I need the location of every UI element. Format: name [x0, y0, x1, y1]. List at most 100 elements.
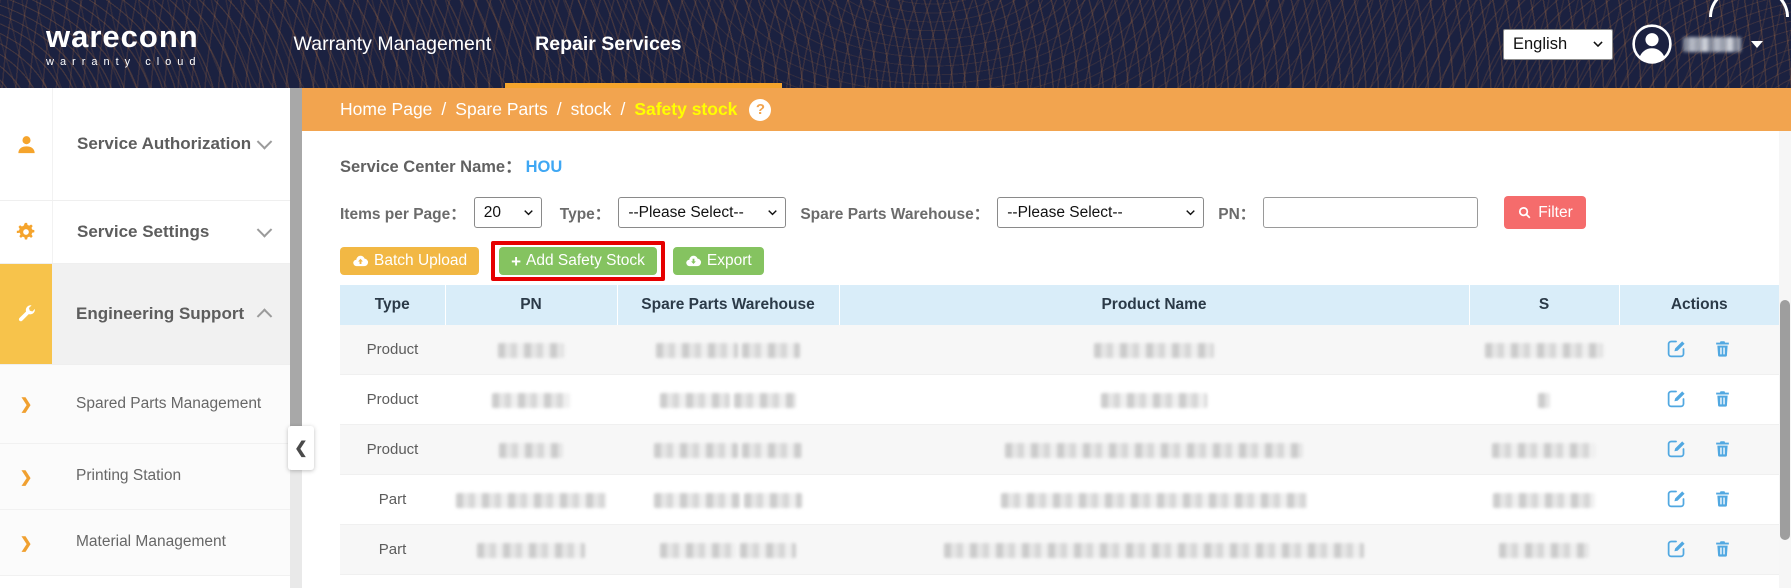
redacted-text — [1001, 493, 1307, 508]
breadcrumb-home-page[interactable]: Home Page — [340, 99, 432, 120]
edit-icon — [1666, 338, 1687, 359]
chevron-right-icon: ❯ — [0, 534, 52, 552]
table-row: Part — [340, 475, 1779, 525]
col-type: Type — [340, 285, 445, 325]
delete-button[interactable] — [1713, 489, 1732, 511]
search-icon — [1517, 205, 1532, 220]
edit-icon — [1666, 438, 1687, 459]
edit-button[interactable] — [1666, 538, 1687, 562]
delete-button[interactable] — [1713, 539, 1732, 561]
edit-icon — [1666, 388, 1687, 409]
redacted-text — [498, 343, 564, 358]
chevron-left-icon: ❮ — [294, 438, 307, 458]
logo-tagline: warranty cloud — [46, 57, 202, 68]
sidebar-subitem-label: Material Management — [52, 530, 290, 555]
redacted-text — [654, 493, 740, 508]
trash-icon — [1713, 539, 1732, 558]
redacted-text — [1499, 543, 1589, 558]
sidebar-item-engineering-support[interactable]: Engineering Support — [0, 264, 290, 365]
sidebar-subitem-label: Spared Parts Management — [52, 392, 290, 417]
service-center-value: HOU — [526, 158, 563, 176]
page-scrollbar[interactable] — [1779, 131, 1791, 588]
batch-upload-label: Batch Upload — [374, 252, 467, 270]
cell-pn: LA7346/96-26L-G — [445, 575, 617, 588]
type-select[interactable]: --Please Select-- — [618, 197, 786, 228]
redacted-text — [477, 543, 585, 558]
redacted-text — [1493, 493, 1595, 508]
sidebar-subitem-printing-station[interactable]: ❯ Printing Station — [0, 444, 290, 510]
user-menu[interactable] — [1631, 23, 1763, 65]
page-scrollbar-thumb[interactable] — [1780, 300, 1790, 540]
logo[interactable]: wareconn warranty cloud — [46, 21, 202, 68]
batch-upload-button[interactable]: Batch Upload — [340, 247, 479, 275]
annotation-highlight-box: + Add Safety Stock — [491, 241, 665, 281]
plus-icon: + — [511, 253, 521, 270]
redacted-text — [656, 343, 738, 358]
edit-button[interactable] — [1666, 488, 1687, 512]
sidebar-collapse-button[interactable]: ❮ — [288, 426, 314, 470]
table-row: Product — [340, 375, 1779, 425]
language-select[interactable]: English — [1503, 29, 1613, 60]
breadcrumb-stock[interactable]: stock — [571, 99, 612, 120]
sidebar-item-service-settings[interactable]: Service Settings — [0, 201, 290, 264]
sidebar-item-label: Service Settings — [53, 201, 290, 263]
table-row: Product — [340, 325, 1779, 375]
user-icon — [15, 133, 38, 156]
sidebar-scrollbar-thumb[interactable] — [290, 88, 302, 470]
filter-button[interactable]: Filter — [1504, 196, 1585, 229]
edit-button[interactable] — [1666, 438, 1687, 462]
chevron-right-icon: ❯ — [0, 395, 52, 413]
redacted-text — [1538, 393, 1550, 408]
delete-button[interactable] — [1713, 339, 1732, 361]
nav-warranty-management[interactable]: Warranty Management — [294, 0, 492, 88]
col-product-name: Product Name — [839, 285, 1469, 325]
items-per-page-label: Items per Page： — [340, 202, 466, 224]
help-icon[interactable]: ? — [749, 99, 771, 121]
table-row: Part LA7346/96-26L-G 备品库22（HUB22） SSD E1… — [340, 575, 1779, 588]
trash-icon — [1713, 439, 1732, 458]
add-safety-stock-button[interactable]: + Add Safety Stock — [499, 247, 657, 275]
cloud-icon — [1709, 0, 1789, 17]
edit-icon — [1666, 538, 1687, 559]
edit-icon — [1666, 488, 1687, 509]
nav-repair-services[interactable]: Repair Services — [535, 0, 681, 88]
export-button[interactable]: Export — [673, 247, 764, 275]
chevron-down-icon — [522, 206, 535, 219]
delete-button[interactable] — [1713, 389, 1732, 411]
pn-input[interactable] — [1263, 197, 1478, 228]
breadcrumb-separator: / — [620, 99, 625, 120]
sidebar-subitem-label: Printing Station — [52, 464, 290, 489]
caret-down-icon — [1751, 41, 1763, 48]
items-per-page-select[interactable]: 20 — [474, 197, 542, 228]
delete-button[interactable] — [1713, 439, 1732, 461]
help-glyph: ? — [756, 101, 765, 118]
breadcrumb-separator: / — [441, 99, 446, 120]
breadcrumb-safety-stock: Safety stock — [634, 99, 737, 120]
sidebar-item-service-authorization[interactable]: Service Authorization — [0, 88, 290, 201]
table-row: Product — [340, 425, 1779, 475]
table-row: Part — [340, 525, 1779, 575]
wrench-icon — [16, 304, 37, 325]
type-label: Type： — [560, 202, 611, 224]
edit-button[interactable] — [1666, 338, 1687, 362]
sidebar-item-label: Engineering Support — [52, 264, 290, 364]
redacted-text — [744, 493, 802, 508]
filter-row: Items per Page： 20 Type： --Please Select… — [340, 196, 1779, 229]
redacted-text — [1101, 393, 1207, 408]
cell-type: Part — [340, 475, 445, 525]
chevron-down-icon — [1184, 206, 1197, 219]
edit-button[interactable] — [1666, 388, 1687, 412]
app-header: wareconn warranty cloud Warranty Managem… — [0, 0, 1791, 88]
redacted-text — [1492, 443, 1596, 458]
breadcrumb-spare-parts[interactable]: Spare Parts — [455, 99, 547, 120]
sidebar-subitem-spared-parts-management[interactable]: ❯ Spared Parts Management — [0, 365, 290, 444]
redacted-text — [1005, 443, 1303, 458]
sidebar-subitem-material-management[interactable]: ❯ Material Management — [0, 510, 290, 576]
warehouse-select[interactable]: --Please Select-- — [997, 197, 1204, 228]
sidebar-scrollbar[interactable] — [290, 88, 302, 588]
action-buttons: Batch Upload + Add Safety Stock Export — [340, 241, 1779, 281]
gear-icon — [15, 221, 37, 243]
download-cloud-icon — [685, 253, 702, 270]
service-center-label: Service Center Name： — [340, 158, 522, 176]
breadcrumb-separator: / — [557, 99, 562, 120]
